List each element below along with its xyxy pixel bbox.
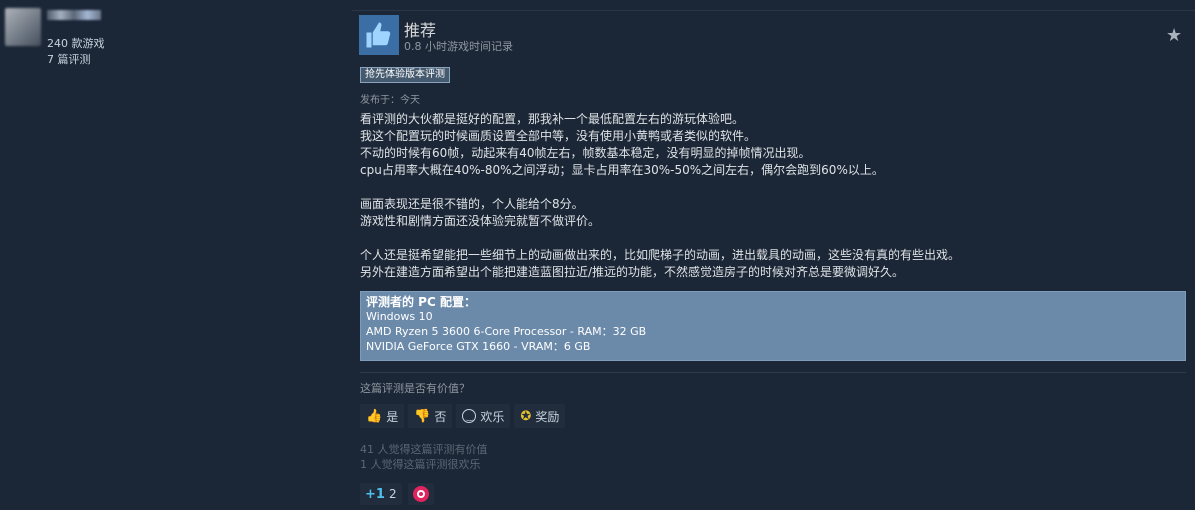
smiley-icon: ‿ <box>462 409 477 423</box>
thumbs-up-icon: 👍 <box>366 408 383 424</box>
author-name-blurred[interactable] <box>47 10 101 20</box>
plus-one-icon: +1 <box>365 486 385 502</box>
pc-specs-gpu: NVIDIA GeForce GTX 1660 - VRAM：6 GB <box>366 340 591 353</box>
review-paragraph: 个人还是挺希望能把一些细节上的动画做出来的，比如爬梯子的动画，进出载具的动画，这… <box>360 248 961 262</box>
review-paragraph: 游戏性和剧情方面还没体验完就暂不做评价。 <box>360 214 601 228</box>
helpful-tally: 41 人觉得这篇评测有价值 <box>360 443 488 456</box>
review-paragraph: 我这个配置玩的时候画质设置全部中等，没有使用小黄鸭或者类似的软件。 <box>360 129 757 143</box>
vote-yes-button[interactable]: 👍 是 <box>360 404 405 428</box>
pink-badge-icon <box>412 486 429 502</box>
review-paragraph: 另外在建造方面希望出个能把建造蓝图拉近/推远的功能，不然感觉造房子的时候对齐总是… <box>360 265 905 279</box>
helpful-question: 这篇评测是否有价值？ <box>360 382 470 395</box>
review-paragraph: 不动的时候有60帧，动起来有40帧左右，帧数基本稳定，没有明显的掉帧情况出现。 <box>360 146 811 160</box>
vote-no-button[interactable]: 👎 否 <box>408 404 453 428</box>
thumbs-down-icon: 👎 <box>414 408 431 424</box>
thumbs-up-icon <box>359 15 399 55</box>
star-icon[interactable]: ★ <box>1166 25 1182 46</box>
review-paragraph: cpu占用率大概在40%-80%之间浮动；显卡占用率在30%-50%之间左右，偶… <box>360 163 884 177</box>
review-paragraph: 画面表现还是很不错的，个人能给个8分。 <box>360 197 584 211</box>
review-body: 看评测的大伙都是挺好的配置，那我补一个最低配置左右的游玩体验吧。 我这个配置玩的… <box>360 111 1180 281</box>
award-label: 奖励 <box>535 409 560 424</box>
posted-date: 发布于：今天 <box>360 95 420 106</box>
author-games-count[interactable]: 240 款游戏 <box>47 35 105 51</box>
funny-tally: 1 人觉得这篇评测很欢乐 <box>360 458 481 471</box>
pc-specs-os: Windows 10 <box>366 310 433 323</box>
vote-buttons: 👍 是 👎 否 ‿ 欢乐 ✪ 奖励 <box>360 404 566 428</box>
pc-specs-title: 评测者的 PC 配置： <box>366 295 476 309</box>
award-icon: ✪ <box>520 408 532 424</box>
vote-no-label: 否 <box>434 409 447 424</box>
reaction-plus-one[interactable]: +1 2 <box>360 483 402 505</box>
vote-funny-label: 欢乐 <box>480 409 505 424</box>
reaction-count: 2 <box>388 487 397 501</box>
top-divider <box>352 10 1195 11</box>
vote-yes-label: 是 <box>386 409 399 424</box>
award-reactions: +1 2 <box>360 483 434 505</box>
pc-specs-cpu: AMD Ryzen 5 3600 6-Core Processor - RAM：… <box>366 325 647 338</box>
feedback-divider <box>360 372 1186 373</box>
award-button[interactable]: ✪ 奖励 <box>514 404 566 428</box>
playtime-hours: 0.8 小时游戏时间记录 <box>404 40 513 53</box>
avatar[interactable] <box>5 8 41 46</box>
early-access-badge: 抢先体验版本评测 <box>360 67 450 83</box>
vote-funny-button[interactable]: ‿ 欢乐 <box>456 404 511 428</box>
pc-specs-box: 评测者的 PC 配置： Windows 10 AMD Ryzen 5 3600 … <box>360 291 1186 361</box>
author-reviews-count[interactable]: 7 篇评测 <box>47 51 91 67</box>
review-paragraph: 看评测的大伙都是挺好的配置，那我补一个最低配置左右的游玩体验吧。 <box>360 112 745 126</box>
reaction-pink[interactable] <box>407 483 434 505</box>
